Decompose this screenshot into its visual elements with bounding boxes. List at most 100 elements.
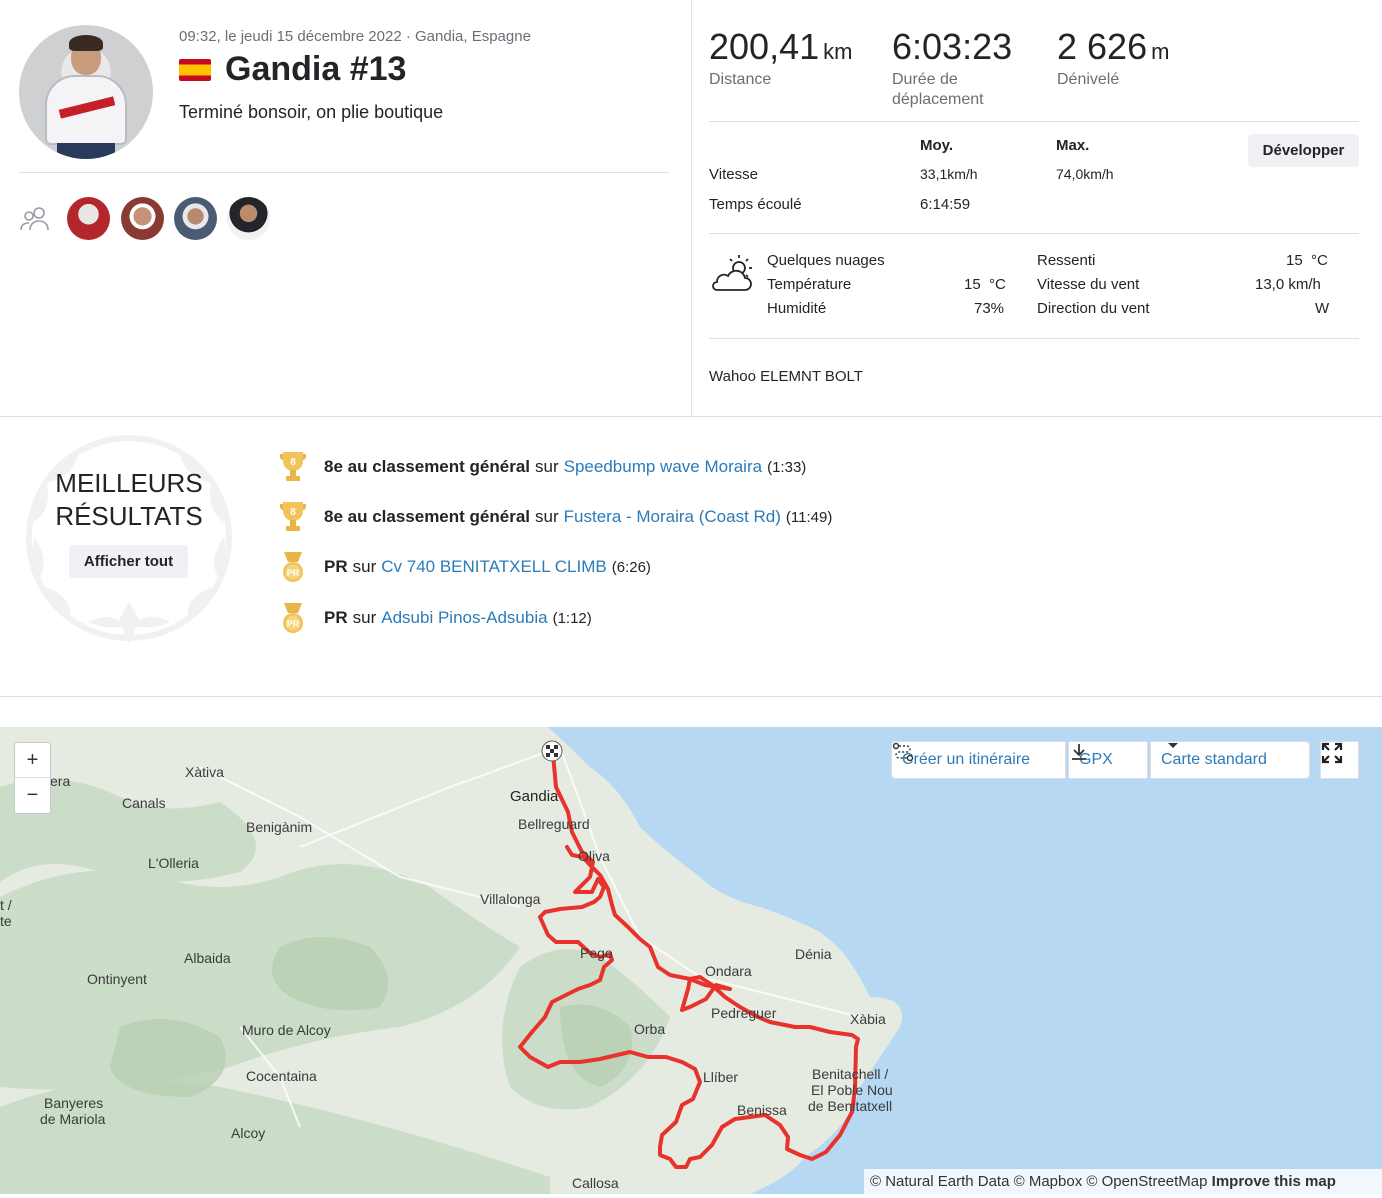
best-efforts-section: MEILLEURS RÉSULTATS Afficher tout 8 8e au… [0,417,1382,697]
stat-distance: 200,41 km Distance [709,26,852,90]
group-member-avatar[interactable] [174,197,217,240]
route-icon [892,742,914,762]
map-label: Gandia [510,788,559,805]
map-label: Llíber [703,1069,739,1085]
segment-time: (1:33) [767,458,807,476]
achievement-item: PR PR sur Cv 740 BENITATXELL CLIMB (6:26) [278,550,651,584]
trophy-icon: 8 [280,452,306,481]
activity-header: 09:32, le jeudi 15 décembre 2022 · Gandi… [0,0,1382,417]
map-label: de Mariola [40,1111,106,1127]
trophy-rank: 8 [290,457,296,468]
elevation-value: 2 626 [1057,26,1148,67]
achievement-connector: sur [352,557,377,576]
activity-summary: 09:32, le jeudi 15 décembre 2022 · Gandi… [0,0,692,416]
map-label: El Poble Nou [811,1082,893,1098]
activity-title-text: Gandia #13 [225,50,407,88]
segment-link[interactable]: Fustera - Moraira (Coast Rd) [564,507,781,527]
group-activity-icon[interactable] [20,206,50,232]
map-label: Canals [122,795,166,811]
stat-moving-time: 6:03:23 Durée de déplacement [892,26,1012,110]
map-type-label: Carte standard [1161,751,1267,768]
speed-avg: 33,1km/h [920,166,978,182]
temperature-value: 15 °C [964,276,1006,293]
trophy-icon: 8 [280,502,306,531]
map-label: Xàtiva [185,764,224,780]
map-label: Xàbia [850,1011,886,1027]
map-label: Bellreguard [518,816,590,832]
trophy-rank: 8 [290,507,296,518]
attribution-text[interactable]: © Natural Earth Data © Mapbox © OpenStre… [870,1173,1207,1190]
best-results-title: MEILLEURS RÉSULTATS [20,467,238,533]
group-member-avatar[interactable] [121,197,164,240]
map-label: Oliva [578,848,610,864]
medal-label: PR [287,568,300,578]
laurel-wreath-icon [26,435,232,644]
map-label: Muro de Alcoy [242,1022,331,1038]
divider [709,338,1359,339]
improve-map-link[interactable]: Improve this map [1212,1173,1336,1190]
achievement-title: PR [324,608,348,627]
zoom-out-button[interactable]: − [15,778,50,813]
map-label: Banyeres [44,1095,104,1111]
divider [709,121,1359,122]
achievement-item: 8 8e au classement général sur Fustera - Mo… [278,500,832,534]
zoom-in-button[interactable]: + [15,743,50,778]
achievement-connector: sur [352,608,377,627]
achievement-title: PR [324,557,348,576]
activity-title: Gandia #13 [179,50,406,89]
row-label-elapsed: Temps écoulé [709,196,802,213]
map-label: Callosa [572,1175,619,1191]
divider [709,233,1359,234]
col-header-avg: Moy. [920,137,954,154]
map-label: Ondara [705,963,752,979]
feels-like-value: 15 °C [1286,252,1328,269]
expand-icon [1321,742,1343,764]
map-label: Benigànim [246,819,313,835]
segment-time: (6:26) [611,558,651,576]
wind-speed-value: 13,0 km/h [1255,276,1321,293]
create-route-button[interactable]: Créer un itinéraire [891,741,1066,779]
row-label-speed: Vitesse [709,166,758,183]
humidity-label: Humidité [767,300,827,317]
best-results-title-line1: MEILLEURS [55,468,203,498]
elevation-unit: m [1151,39,1170,64]
create-route-label: Créer un itinéraire [902,751,1031,768]
show-all-button[interactable]: Afficher tout [69,545,188,578]
pr-medal-icon: PR [283,552,303,582]
pr-medal-icon: PR [283,603,303,633]
segment-link[interactable]: Cv 740 BENITATXELL CLIMB [381,557,606,577]
segment-link[interactable]: Adsubi Pinos-Adsubia [381,608,547,628]
feels-like-label: Ressenti [1037,252,1096,269]
achievement-title: 8e au classement général [324,507,531,526]
map-attribution: © Natural Earth Data © Mapbox © OpenStre… [864,1169,1382,1194]
segment-link[interactable]: Speedbump wave Moraira [564,457,762,477]
expand-button[interactable]: Développer [1248,134,1359,167]
fullscreen-button[interactable] [1320,741,1359,779]
achievement-connector: sur [535,457,559,476]
activity-meta: 09:32, le jeudi 15 décembre 2022 · Gandi… [179,28,531,45]
spain-flag-icon [179,58,211,81]
distance-label: Distance [709,71,772,88]
medal-label: PR [287,619,300,629]
download-icon [1072,744,1086,760]
map-type-select[interactable]: Carte standard [1150,741,1310,779]
achievement-item: 8 8e au classement général sur Speedbump wa… [278,450,806,484]
map-label: Cocentaina [246,1068,317,1084]
group-member-avatar[interactable] [227,197,270,240]
group-member-avatar[interactable] [67,197,110,240]
device-name: Wahoo ELEMNT BOLT [709,368,863,385]
wind-direction-label: Direction du vent [1037,300,1150,317]
elevation-label: Dénivelé [1057,71,1120,88]
map-label: Pego [580,945,613,961]
temperature-label: Température [767,276,852,293]
map-label: Villalonga [480,891,541,907]
map-label: Dénia [795,946,832,962]
map-label: Alcoy [231,1125,266,1141]
map-label: Albaida [184,950,231,966]
map-label: Pedreguer [711,1005,777,1021]
route-map[interactable]: Gandia Bellreguard Oliva Villalonga Pego… [0,727,1382,1194]
athlete-avatar[interactable] [19,25,153,159]
best-results-title-line2: RÉSULTATS [55,501,203,531]
gpx-button[interactable]: GPX [1068,741,1148,779]
stat-elevation: 2 626 m Dénivelé [1057,26,1169,90]
